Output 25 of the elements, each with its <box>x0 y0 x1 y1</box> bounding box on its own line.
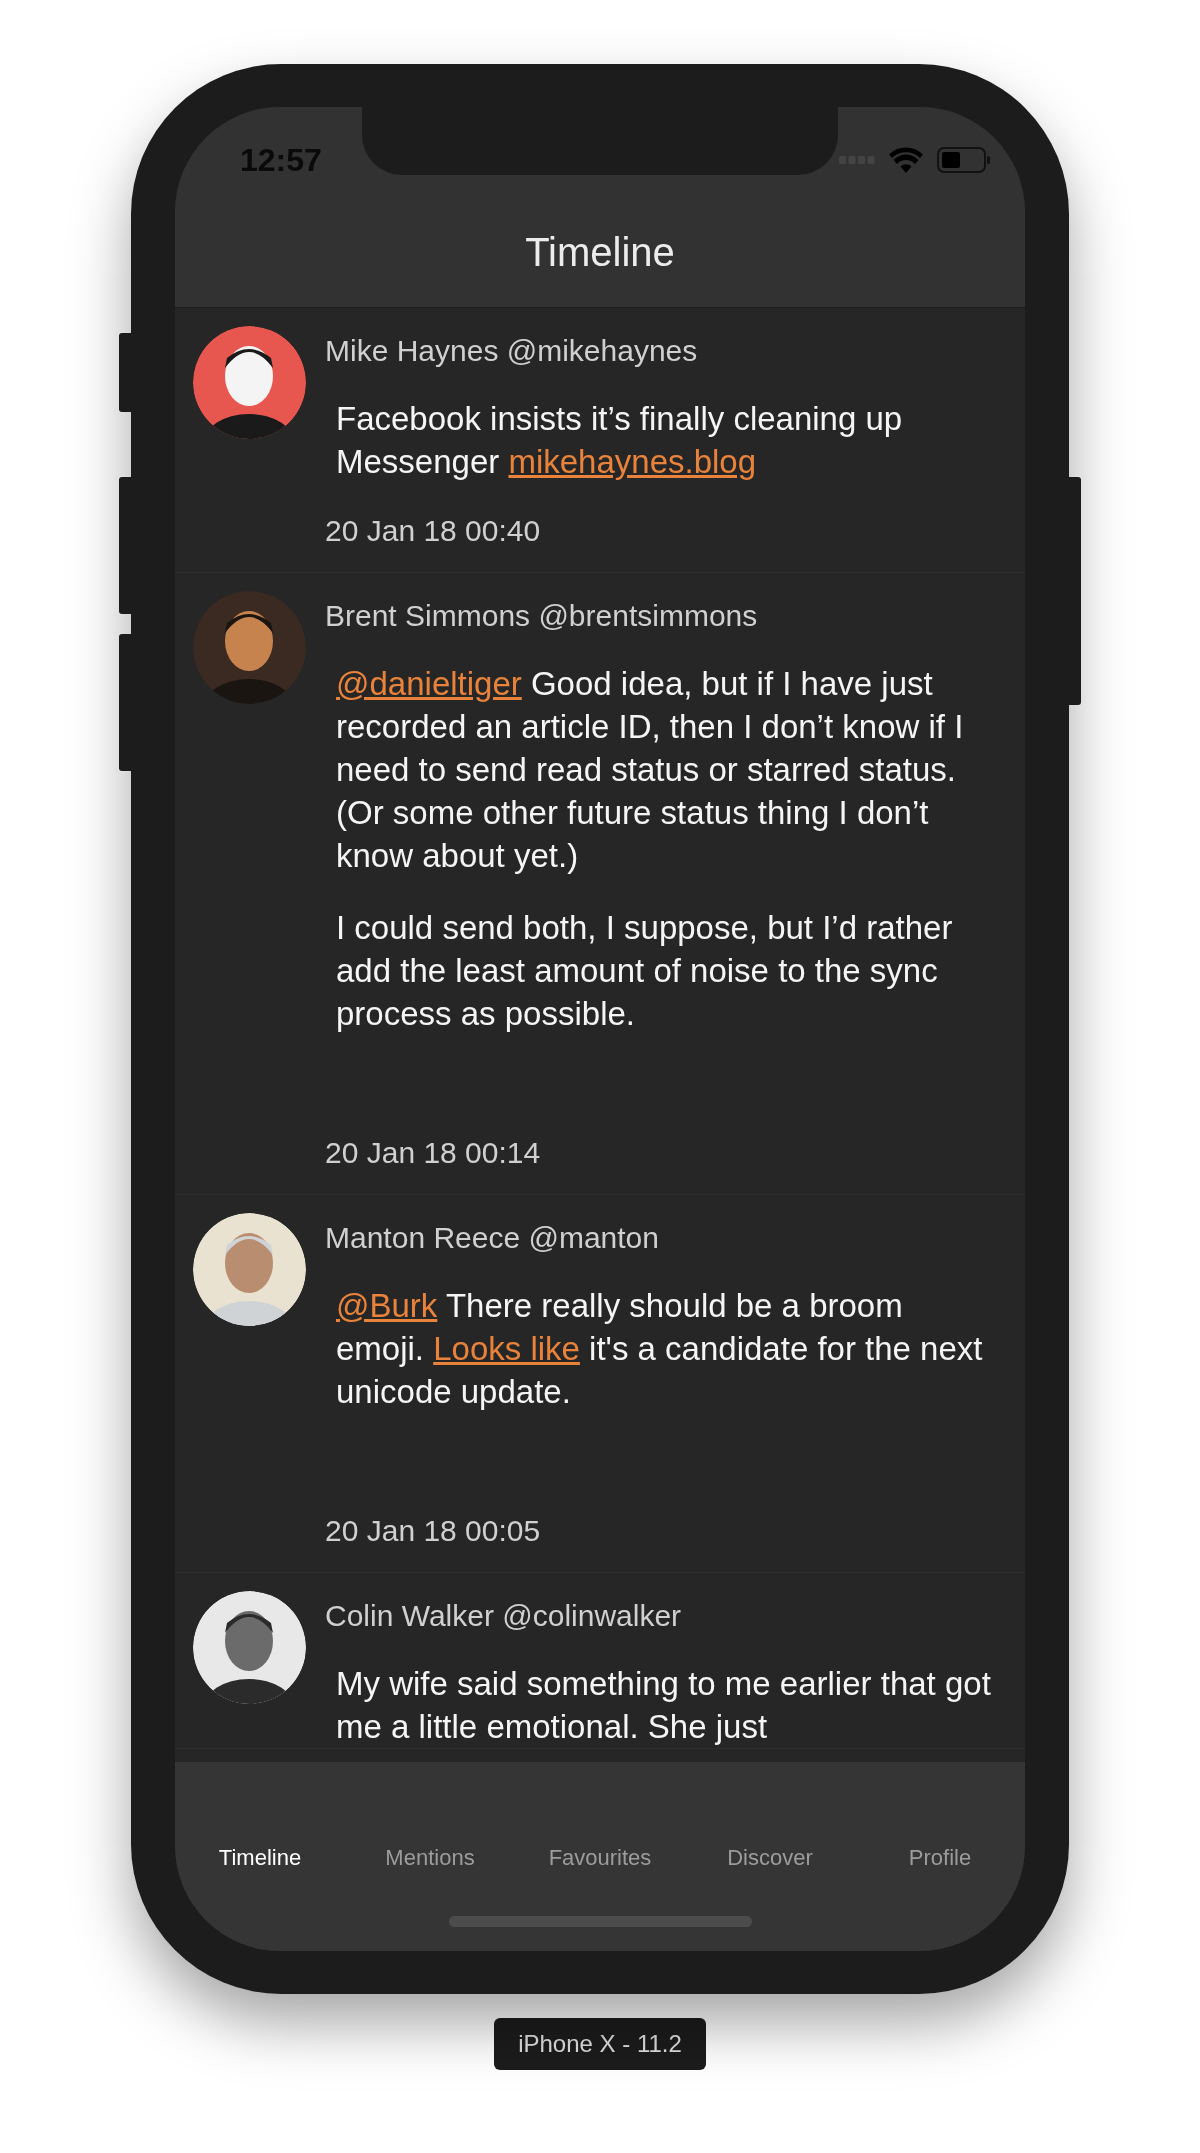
author-name: Colin Walker @colinwalker <box>325 1598 683 1634</box>
author-name: Mike Haynes @mikehaynes <box>325 333 699 369</box>
tab[interactable]: Discover <box>685 1844 855 1872</box>
battery-icon <box>937 147 991 173</box>
post-link[interactable]: @Burk <box>336 1287 438 1324</box>
post-text: My wife said something to me earlier that got me a little emotional. She just <box>336 1664 992 1747</box>
navigation-title: Timeline <box>524 229 676 276</box>
post-link[interactable]: mikehaynes.blog <box>508 443 757 480</box>
tab[interactable]: Mentions <box>345 1844 515 1872</box>
post-link[interactable]: Looks like <box>433 1330 580 1367</box>
post-date: 20 Jan 18 00:14 <box>325 1135 542 1171</box>
post-date: 20 Jan 18 00:40 <box>325 513 542 549</box>
post-text: @Burk There really should be a broom emoji. Looks like it's a candidate for the next unicode update. <box>336 1286 984 1412</box>
tab[interactable]: Favourites <box>515 1844 685 1872</box>
device-label: iPhone X - 11.2 <box>494 2018 706 2070</box>
wifi-icon <box>889 147 923 173</box>
post-date: 20 Jan 18 00:05 <box>325 1513 542 1549</box>
post-text: I could send both, I suppose, but I’d rather add the least amount of noise to the sync process as possible. <box>336 908 954 1034</box>
post-text: @danieltiger Good idea, but if I have just recorded an article ID, then I don’t know if I need to send read status or starred status. (Or some other future status thing I don’t know about yet.) <box>336 664 965 876</box>
tab[interactable]: Timeline <box>175 1844 345 1872</box>
author-name: Manton Reece @manton <box>325 1220 660 1256</box>
post-link[interactable]: @danieltiger <box>336 665 522 702</box>
author-name: Brent Simmons @brentsimmons <box>325 598 759 634</box>
post-text: Facebook insists it’s finally cleaning up Messenger mikehaynes.blog <box>336 399 904 482</box>
tab[interactable]: Profile <box>855 1844 1025 1872</box>
